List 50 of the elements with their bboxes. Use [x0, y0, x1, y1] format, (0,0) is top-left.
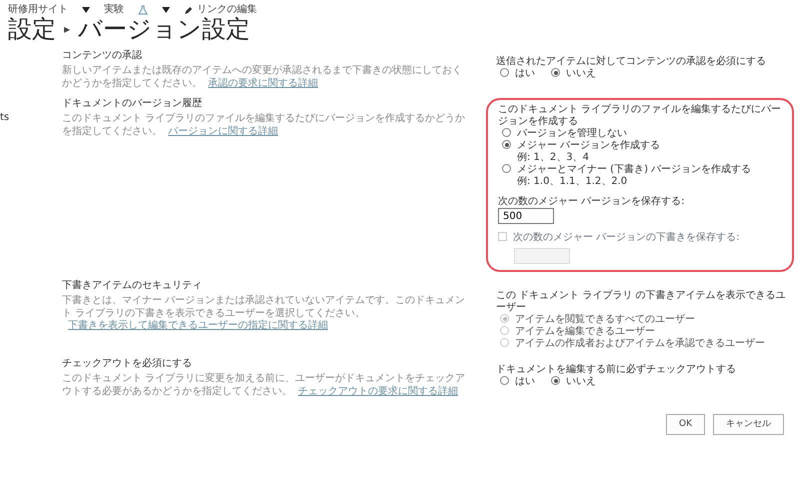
details-link[interactable]: 承認の要求に関する詳細 — [208, 78, 318, 89]
caret-icon[interactable] — [162, 7, 170, 13]
subsite-link[interactable]: 実験 — [104, 4, 124, 16]
ok-button[interactable]: OK — [666, 414, 705, 436]
radio-button[interactable] — [551, 68, 560, 78]
radio-option[interactable]: はい — [500, 376, 535, 388]
section-title: 下書きアイテムのセキュリティ — [62, 280, 203, 292]
question-label: このドキュメント ライブラリのファイルを編集するたびにバージョンを作成する — [498, 104, 782, 128]
section-description: このドキュメント ライブラリのファイルを編集するたびにバージョンを作成するかどうかを指定してください。 バージョンに関する詳細 — [62, 113, 466, 138]
radio-option: アイテムの作成者およびアイテムを承認できるユーザー — [500, 338, 765, 350]
radio-option[interactable]: いいえ — [551, 68, 596, 80]
radio-option[interactable]: メジャーとマイナー (下書き) バージョンを作成する — [502, 164, 752, 176]
number-field[interactable]: 500 — [498, 208, 554, 224]
section-title: チェックアウトを必須にする — [62, 358, 193, 370]
radio-button[interactable] — [502, 140, 511, 150]
side-text: ts — [0, 112, 10, 124]
checkbox-option: 次の数のメジャー バージョンの下書きを保存する: — [498, 232, 740, 244]
question-label: この ドキュメント ライブラリ の下書きアイテムを表示できるユーザー — [496, 290, 787, 314]
field-label: 次の数のメジャー バージョンを保存する: — [498, 196, 686, 208]
radio-button[interactable] — [500, 68, 509, 78]
number-field — [514, 248, 570, 264]
section-description: このドキュメント ライブラリに変更を加える前に、ユーザーがドキュメントをチェックアウトする必要があるかどうかを指定してください。 チェックアウトの要求に関する詳細 — [62, 373, 466, 398]
section-title: ドキュメントのバージョン履歴 — [62, 98, 203, 110]
details-link[interactable]: バージョンに関する詳細 — [168, 126, 278, 137]
example-text: 例: 1、2、3、4 — [516, 152, 590, 164]
example-text: 例: 1.0、1.1、1.2、2.0 — [516, 176, 628, 188]
edit-links-link[interactable]: リンクの編集 — [184, 4, 257, 16]
caret-icon[interactable] — [82, 7, 90, 13]
radio-option[interactable]: いいえ — [551, 376, 596, 388]
cancel-button[interactable]: キャンセル — [713, 414, 784, 436]
radio-button[interactable] — [500, 376, 509, 386]
flask-icon — [138, 5, 148, 15]
radio-button[interactable] — [502, 128, 511, 138]
radio-option[interactable]: メジャー バージョンを作成する — [502, 140, 660, 152]
radio-option[interactable]: はい — [500, 68, 535, 80]
radio-button[interactable] — [502, 164, 511, 174]
site-link[interactable]: 研修用サイト — [8, 4, 68, 16]
page-title: バージョン設定 — [78, 16, 250, 42]
breadcrumb-parent[interactable]: 設定 — [8, 16, 56, 42]
section-title: コンテンツの承認 — [62, 50, 143, 62]
radio-option[interactable]: バージョンを管理しない — [502, 128, 627, 140]
radio-option: アイテムを閲覧できるすべてのユーザー — [500, 314, 695, 326]
breadcrumb-separator: ▸ — [64, 22, 70, 36]
pencil-icon — [184, 6, 193, 14]
section-description: 下書きとは、マイナー バージョンまたは承認されていないアイテムです。このドキュメント ライブラリの下書きを表示できるユーザーを選択してください。 下書きを表示して編集できるユーザーの指定に関する詳細 — [62, 295, 466, 333]
radio-option: アイテムを編集できるユーザー — [500, 326, 655, 338]
section-description: 新しいアイテムまたは既存のアイテムへの変更が承認されるまで下書きの状態にしておくかどうかを指定してください。 承認の要求に関する詳細 — [62, 65, 463, 90]
question-label: 送信されたアイテムに対してコンテンツの承認を必須にする — [496, 56, 767, 68]
question-label: ドキュメントを編集する前に必ずチェックアウトする — [496, 364, 737, 376]
radio-button[interactable] — [551, 376, 560, 386]
